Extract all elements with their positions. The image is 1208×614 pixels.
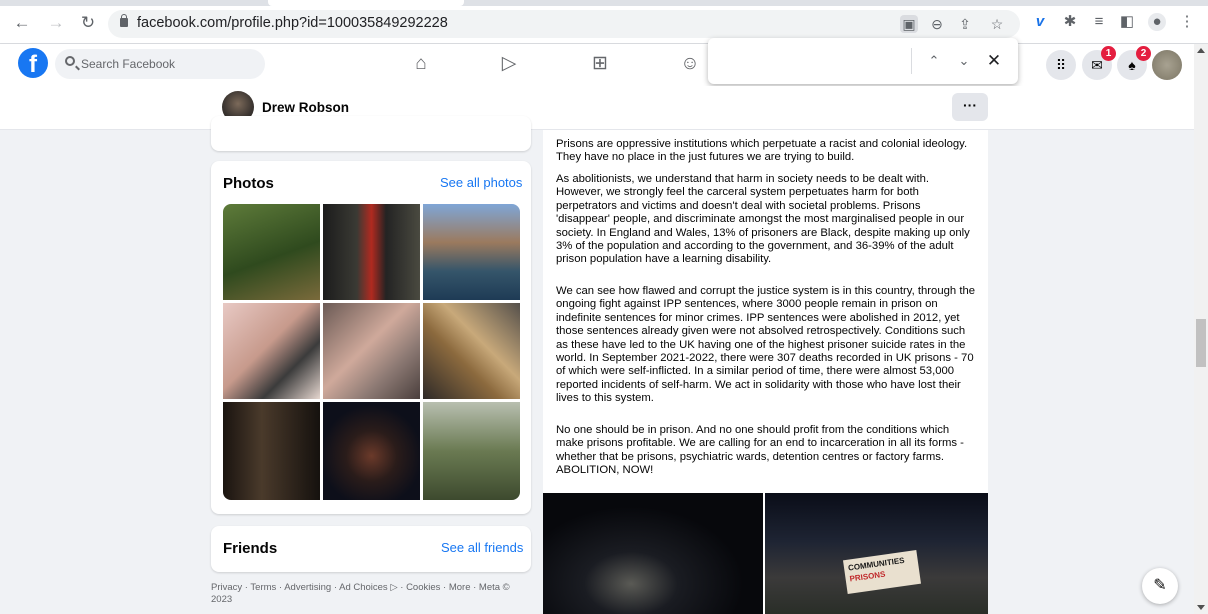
photo-night-group[interactable]	[323, 402, 420, 500]
search-icon	[65, 56, 75, 66]
friends-title: Friends	[223, 540, 278, 557]
photo-baby-2[interactable]	[323, 303, 420, 399]
address-bar[interactable]: facebook.com/profile.php?id=100035849292…	[108, 10, 1020, 38]
chevron-up-icon[interactable]: ⌃	[924, 51, 944, 71]
kebab-menu-icon[interactable]: ⋮	[1178, 13, 1196, 31]
scroll-up-arrow-icon[interactable]	[1197, 48, 1205, 53]
active-tab[interactable]	[268, 0, 464, 6]
post-card: Prisons are oppressive institutions whic…	[543, 130, 988, 614]
post-paragraph-2: As abolitionists, we understand that har…	[556, 173, 970, 266]
friends-card: Friends See all friends	[211, 526, 531, 572]
post-photo-night[interactable]	[543, 493, 763, 614]
post-paragraph-4: No one should be in prison. And no one s…	[556, 424, 964, 477]
find-divider	[911, 48, 912, 74]
more-options-button[interactable]: ···	[952, 93, 988, 121]
photo-mountain[interactable]	[423, 204, 520, 300]
photo-dog[interactable]	[423, 303, 520, 399]
reading-list-icon[interactable]: ≡	[1090, 13, 1108, 31]
close-icon[interactable]: ✕	[984, 51, 1004, 71]
intro-card	[211, 116, 531, 151]
chevron-down-icon[interactable]: ⌄	[954, 51, 974, 71]
photos-title: Photos	[223, 175, 274, 192]
page-icon[interactable]: ▣	[900, 15, 918, 33]
zoom-icon[interactable]: ⊖	[928, 15, 946, 33]
photo-field[interactable]	[423, 402, 520, 500]
profile-icon[interactable]: ●	[1148, 13, 1166, 31]
search-input[interactable]: Search Facebook	[55, 49, 265, 79]
watch-icon[interactable]: ▷	[497, 52, 521, 76]
scroll-down-arrow-icon[interactable]	[1197, 605, 1205, 610]
photo-red-figure[interactable]	[323, 204, 420, 300]
new-message-icon[interactable]: ✎	[1142, 568, 1178, 604]
search-placeholder: Search Facebook	[81, 57, 176, 71]
find-input[interactable]	[718, 48, 904, 74]
see-all-friends-link[interactable]: See all friends	[441, 540, 523, 555]
tab-strip	[0, 0, 1208, 6]
arrow-right-icon[interactable]: →	[46, 13, 66, 33]
banner-sign: COMMUNITIES PRISONS	[842, 550, 922, 594]
marketplace-icon[interactable]: ⊞	[588, 52, 612, 76]
photo-forest[interactable]	[223, 204, 320, 300]
side-panel-icon[interactable]: ◧	[1118, 13, 1136, 31]
post-paragraph-1: Prisons are oppressive institutions whic…	[556, 138, 968, 164]
arrow-left-icon[interactable]: ←	[12, 13, 32, 33]
share-icon[interactable]: ⇪	[956, 15, 974, 33]
notifications-badge: 2	[1136, 46, 1151, 61]
scroll-thumb[interactable]	[1196, 319, 1206, 367]
post-photo-protest[interactable]: COMMUNITIES PRISONS	[765, 493, 988, 614]
find-in-page-bar: ⌃ ⌄ ✕	[708, 38, 1018, 84]
reload-icon[interactable]: ↻	[78, 13, 98, 33]
puzzle-extensions-icon[interactable]: ✱	[1061, 13, 1079, 31]
messenger-icon[interactable]: ✉ 1	[1082, 46, 1116, 80]
star-icon[interactable]: ☆	[988, 15, 1006, 33]
notifications-icon[interactable]: ♠ 2	[1117, 46, 1151, 80]
url-text[interactable]: facebook.com/profile.php?id=100035849292…	[137, 15, 448, 31]
menu-grid-icon[interactable]: ⠿	[1046, 50, 1076, 80]
see-all-photos-link[interactable]: See all photos	[440, 175, 522, 190]
photo-grid	[223, 204, 520, 500]
photo-doorway[interactable]	[223, 402, 320, 500]
account-avatar[interactable]	[1152, 50, 1182, 80]
post-paragraph-3: We can see how flawed and corrupt the ju…	[556, 285, 976, 405]
footer-links[interactable]: Privacy · Terms · Advertising · Ad Choic…	[211, 582, 521, 606]
lock-icon[interactable]	[120, 14, 128, 27]
photos-card: Photos See all photos	[211, 161, 531, 514]
browser-toolbar: ← → ↻ facebook.com/profile.php?id=100035…	[0, 0, 1208, 44]
facebook-logo-icon[interactable]: f	[18, 48, 48, 78]
profile-name[interactable]: Drew Robson	[262, 100, 349, 115]
photo-baby-1[interactable]	[223, 303, 320, 399]
groups-icon[interactable]: ☺	[678, 52, 702, 76]
profile-sticky-header: Drew Robson ···	[0, 86, 1194, 130]
messenger-badge: 1	[1101, 46, 1116, 61]
home-icon[interactable]: ⌂	[409, 52, 433, 76]
page-scrollbar[interactable]	[1194, 44, 1208, 614]
vimeo-extension-icon[interactable]: v	[1031, 13, 1049, 31]
